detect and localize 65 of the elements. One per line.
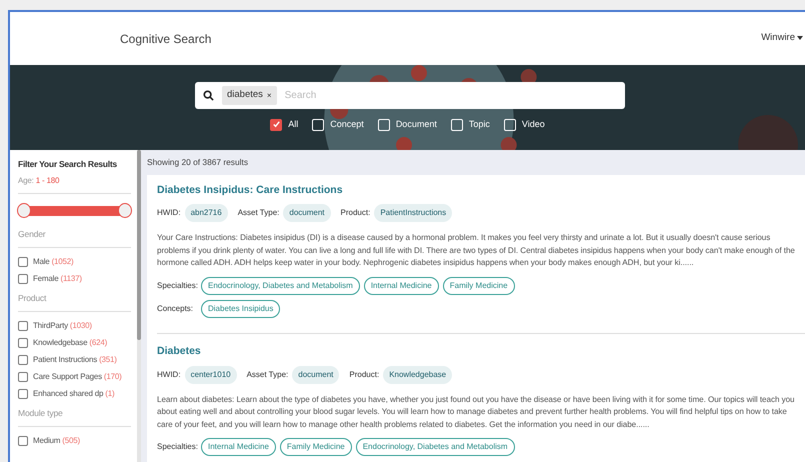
result-title[interactable]: Diabetes [157, 344, 801, 360]
field-label: Asset Type: [246, 368, 288, 381]
tag-label: Specialties: [157, 441, 197, 454]
scrollbar-thumb[interactable] [137, 150, 141, 340]
slider-handle[interactable] [17, 202, 31, 218]
checkbox[interactable] [18, 274, 28, 284]
filter-label: Document [396, 118, 437, 131]
tag[interactable]: Internal Medicine [364, 276, 439, 295]
filter-label: Topic [468, 118, 490, 131]
tag[interactable]: Endocrinology, Diabetes and Metabolism [356, 438, 515, 456]
checkbox[interactable] [270, 118, 282, 131]
caret-icon [797, 36, 803, 40]
option-label: Care Support Pages (170) [33, 371, 122, 384]
checkbox[interactable] [18, 389, 28, 400]
user-menu[interactable]: Winwire [761, 31, 805, 46]
option-label: Patient Instructions (351) [33, 354, 117, 366]
age-range: 1 - 180 [36, 176, 60, 185]
tag[interactable]: Family Medicine [280, 438, 352, 456]
result-description: Your Care Instructions: Diabetes insipidus (DI) is a disease caused by a hormonal problem. It makes you feel very thirsty and urinate a lot. But it usually doesn't cause serious problems if you drink plenty of water. You can live a long and full life with DI. There are two types of DI. Central diabetes insipidus happens when your body can't make enough of the hormone called ADH. ADH helps keep water in your body. Nephrogenic diabetes insipidus happens when your body makes enough ADH, but your ki...... [157, 232, 796, 270]
tag[interactable]: Internal Medicine [201, 438, 276, 456]
tag-label: Concepts: [157, 302, 194, 315]
tag[interactable]: Diabetes Insipidus [201, 300, 280, 318]
field-label: Product: [349, 368, 380, 381]
result-title[interactable]: Diabetes Insipidus: Care Instructions [157, 182, 801, 198]
search-icon [203, 90, 214, 101]
option-label: Female (1137) [33, 273, 82, 286]
age-label: Age: [18, 176, 34, 185]
app-title: Cognitive Search [120, 30, 212, 48]
option-label: ThirdParty (1030) [33, 320, 92, 332]
field-value: abn2716 [184, 204, 228, 222]
checkbox[interactable] [18, 338, 28, 348]
checkbox[interactable] [18, 257, 28, 268]
search-chip: diabetes × [222, 86, 277, 105]
filter-label: Concept [330, 118, 364, 131]
checkbox[interactable] [18, 372, 28, 382]
field-value: Knowledgebase [383, 366, 452, 384]
remove-chip-button[interactable]: × [266, 90, 272, 102]
results-count: Showing 20 of 3867 results [147, 156, 250, 169]
result-description: Learn about diabetes: Learn about the type of diabetes you have, whether you just found out you have the disease or have been living with it for some time. Our topics will teach you about eating well and about controlling your blood sugar levels. You will learn how to manage diabetes and prevent further health problems. You will find helpful tips on how to take care of your feet, and you will learn how to manage other health problems related to diabetes. Get the information you need in our diabe...... [157, 394, 796, 431]
option-label: Knowledgebase (624) [33, 337, 108, 350]
filter-label: Video [522, 118, 545, 131]
field-label: HWID: [157, 207, 181, 220]
field-value: PatientInstructions [374, 204, 452, 222]
option-label: Medium (505) [33, 435, 80, 448]
checkbox[interactable] [18, 436, 28, 446]
checkbox[interactable] [18, 321, 28, 332]
option-label: Enhanced shared dp (1) [33, 388, 114, 400]
field-value: document [292, 366, 340, 384]
field-value: document [283, 204, 331, 222]
filter-group-title: Product [18, 292, 48, 305]
filter-group-title: Gender [18, 228, 46, 241]
filter-group-title: Module type [18, 406, 64, 420]
search-field[interactable]: diabetes × Search [195, 82, 625, 109]
tag[interactable]: Endocrinology, Diabetes and Metabolism [201, 276, 360, 295]
slider-handle[interactable] [118, 202, 132, 218]
field-value: center1010 [184, 366, 237, 384]
tag[interactable]: Family Medicine [442, 276, 515, 295]
field-label: HWID: [157, 368, 181, 381]
tag-label: Specialties: [157, 280, 197, 292]
sidebar-title: Filter Your Search Results [18, 158, 118, 171]
option-label: Male (1052) [33, 256, 74, 268]
field-label: Product: [340, 207, 370, 220]
field-label: Asset Type: [238, 207, 280, 220]
filter-label: All [288, 118, 298, 131]
checkbox[interactable] [18, 355, 28, 366]
